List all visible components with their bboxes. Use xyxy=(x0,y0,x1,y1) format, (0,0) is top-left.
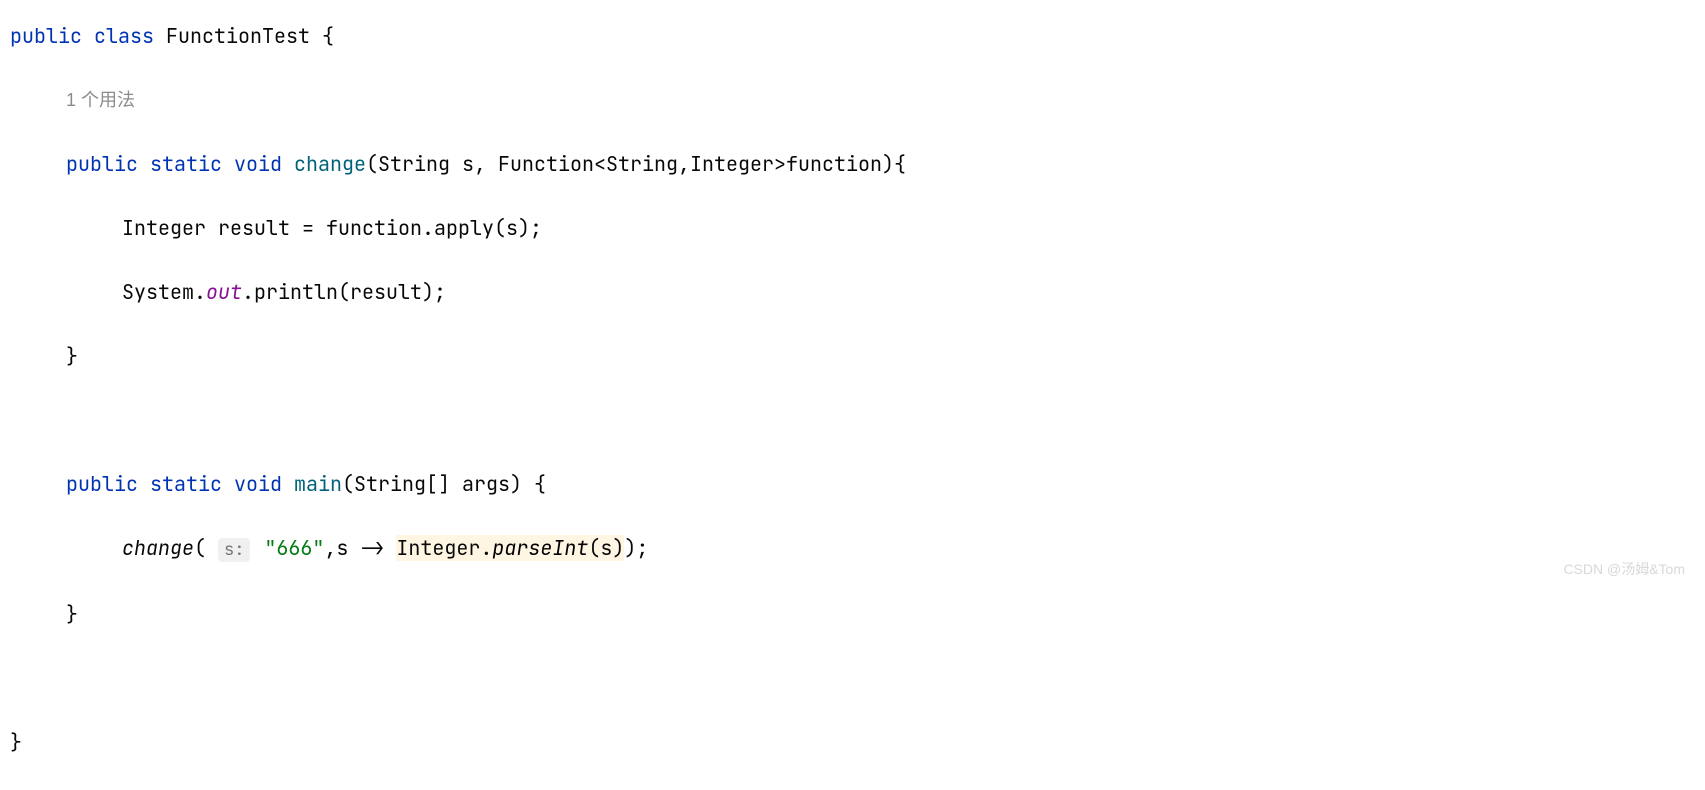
call-change: change xyxy=(122,535,194,561)
paren-close: ); xyxy=(624,535,648,561)
method-main: main xyxy=(294,471,342,497)
blank-line[interactable] xyxy=(10,404,1695,436)
code-line-3[interactable]: public static void change(String s, Func… xyxy=(10,148,1695,180)
highlighted-expr: Integer.parseInt(s) xyxy=(396,535,624,561)
brace-open: { xyxy=(310,23,334,49)
code-line-8[interactable]: public static void main(String[] args) { xyxy=(10,468,1695,500)
code-line-5[interactable]: System.out.println(result); xyxy=(10,276,1695,308)
paren-close: ){ xyxy=(882,151,906,177)
keyword-static: static xyxy=(150,151,222,177)
param-args: [] args xyxy=(426,471,510,497)
inlay-hint-s[interactable]: s: xyxy=(218,538,250,562)
keyword-public: public xyxy=(66,151,138,177)
paren-close: ) { xyxy=(510,471,546,497)
field-out: out xyxy=(206,279,242,305)
code-line-1[interactable]: public class FunctionTest { xyxy=(10,20,1695,52)
keyword-class: class xyxy=(94,23,154,49)
keyword-public: public xyxy=(10,23,82,49)
generics: <String,Integer> xyxy=(594,151,786,177)
system: System. xyxy=(122,279,206,305)
line5-rest: .println(result); xyxy=(242,279,446,305)
code-line-6[interactable]: } xyxy=(10,340,1695,372)
code-line-12[interactable]: } xyxy=(10,726,1695,758)
keyword-void: void xyxy=(234,151,282,177)
keyword-void: void xyxy=(234,471,282,497)
code-line-9[interactable]: change( s: "666",s -> Integer.parseInt(s… xyxy=(10,532,1695,566)
string-literal: "666" xyxy=(264,535,324,561)
code-line-10[interactable]: } xyxy=(10,598,1695,630)
integer-class: Integer. xyxy=(396,535,492,561)
param-type-string: String xyxy=(354,471,426,497)
line4-rest: result = function.apply(s); xyxy=(206,215,542,241)
param-type-function: Function xyxy=(498,151,594,177)
paren-open: ( xyxy=(342,471,354,497)
brace-close: } xyxy=(66,343,78,369)
paren-open: ( xyxy=(366,151,378,177)
keyword-public: public xyxy=(66,471,138,497)
keyword-static: static xyxy=(150,471,222,497)
method-parseint: parseInt xyxy=(492,535,588,561)
type-integer: Integer xyxy=(122,215,206,241)
comma-lambda: ,s -> xyxy=(324,535,396,561)
brace-close: } xyxy=(66,601,78,627)
param-name-s: s, xyxy=(450,151,498,177)
code-editor[interactable]: public class FunctionTest { 1 个用法 public… xyxy=(10,20,1695,790)
param-name-function: function xyxy=(786,151,882,177)
paren-open: ( xyxy=(194,535,218,561)
class-name: FunctionTest xyxy=(166,23,310,49)
code-line-4[interactable]: Integer result = function.apply(s); xyxy=(10,212,1695,244)
blank-line[interactable] xyxy=(10,662,1695,694)
watermark: CSDN @汤姆&Tom xyxy=(1563,558,1685,580)
parseint-arg: (s) xyxy=(588,535,624,561)
param-type-string: String xyxy=(378,151,450,177)
usage-hint[interactable]: 1 个用法 xyxy=(10,84,1695,116)
method-change: change xyxy=(294,151,366,177)
brace-close: } xyxy=(10,729,22,755)
